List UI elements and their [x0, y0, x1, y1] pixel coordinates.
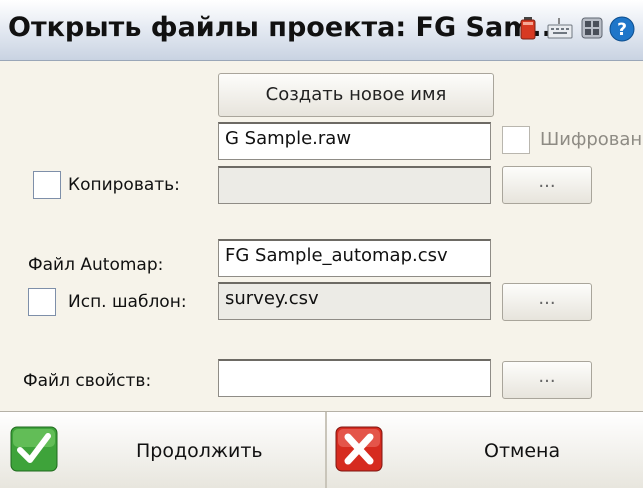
continue-button[interactable]: Продолжить: [0, 412, 325, 488]
cancel-button[interactable]: Отмена: [327, 412, 643, 488]
template-value: survey.csv: [225, 288, 319, 309]
keyboard-icon[interactable]: [547, 16, 573, 40]
copy-label: Копировать:: [68, 175, 180, 195]
browse-properties-button[interactable]: ...: [502, 361, 592, 399]
properties-input[interactable]: [218, 359, 491, 397]
dialog-content: Создать новое имя G Sample.raw Шифрован …: [0, 61, 643, 411]
grid-icon[interactable]: [580, 16, 604, 40]
template-input[interactable]: survey.csv: [218, 282, 491, 320]
automap-label: Файл Automap:: [28, 255, 164, 275]
create-new-name-button[interactable]: Создать новое имя: [218, 73, 494, 117]
template-label: Исп. шаблон:: [68, 292, 187, 312]
continue-label: Продолжить: [136, 440, 263, 462]
action-bar: Продолжить Отмена: [0, 411, 643, 488]
window-title: Открыть файлы проекта: FG Sam...: [8, 12, 563, 43]
raw-file-value: G Sample.raw: [225, 128, 352, 149]
raw-file-input[interactable]: G Sample.raw: [218, 122, 491, 160]
encrypt-checkbox[interactable]: [502, 126, 530, 154]
browse-copy-button[interactable]: ...: [502, 166, 592, 204]
template-checkbox[interactable]: [28, 288, 56, 316]
help-icon[interactable]: ?: [609, 16, 635, 42]
encrypt-label: Шифрован: [540, 129, 643, 150]
copy-input[interactable]: [218, 166, 491, 204]
svg-text:?: ?: [617, 20, 627, 40]
close-icon: [335, 426, 383, 472]
automap-input[interactable]: FG Sample_automap.csv: [218, 239, 491, 277]
automap-value: FG Sample_automap.csv: [225, 245, 448, 266]
cancel-label: Отмена: [484, 440, 561, 462]
properties-label: Файл свойств:: [23, 371, 152, 391]
checkmark-icon: [10, 426, 58, 472]
browse-template-button[interactable]: ...: [502, 283, 592, 321]
title-bar: Открыть файлы проекта: FG Sam... ?: [0, 0, 643, 61]
copy-checkbox[interactable]: [33, 171, 61, 199]
battery-icon[interactable]: [516, 16, 540, 40]
